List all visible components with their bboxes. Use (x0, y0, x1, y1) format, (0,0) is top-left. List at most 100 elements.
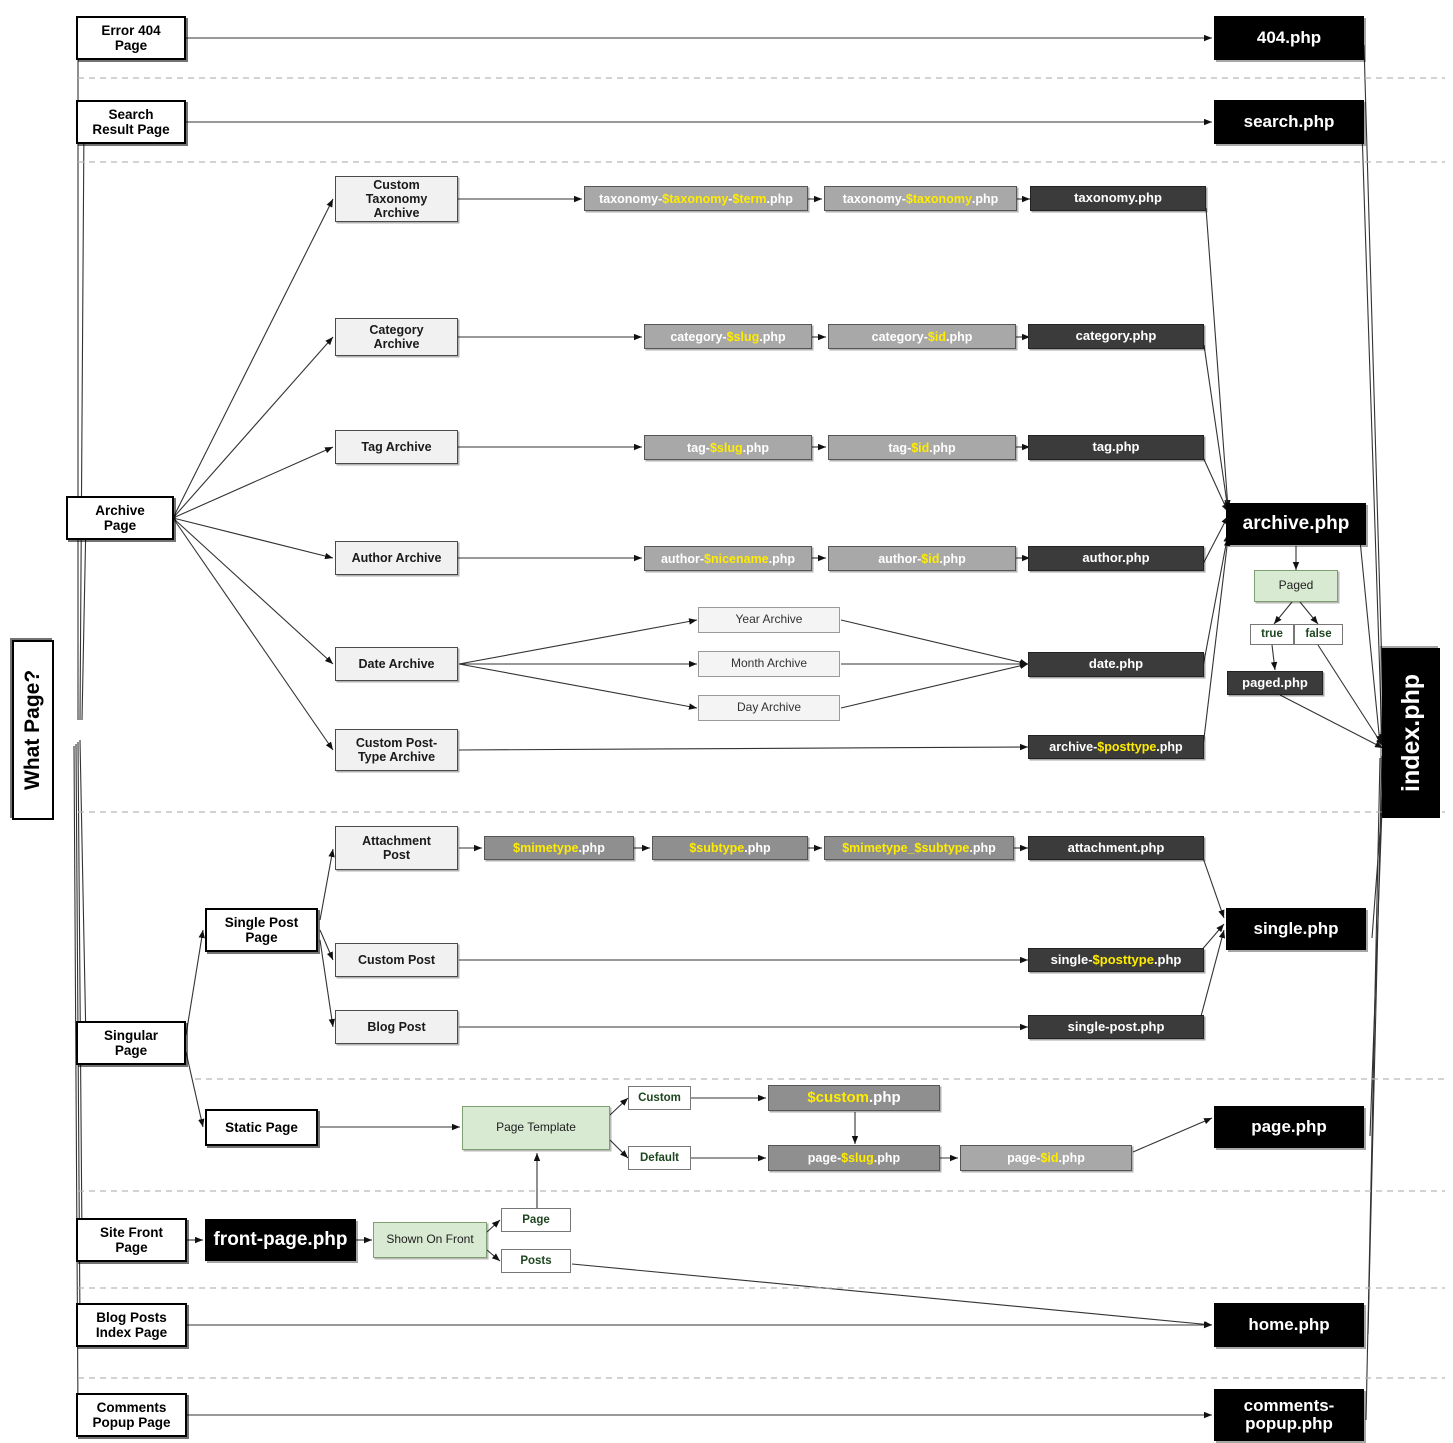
template-text: tag- (888, 440, 912, 455)
page-type-singular[interactable]: Singular Page (76, 1021, 186, 1065)
template-text: single- (1050, 951, 1093, 967)
subtype-custom-taxonomy-archive[interactable]: Custom Taxonomy Archive (335, 176, 458, 222)
subtype-custom-post[interactable]: Custom Post (335, 943, 458, 977)
template-hierarchy-diagram: What Page? Error 404 Page Search Result … (0, 0, 1453, 1443)
branch-paged-true[interactable]: true (1250, 624, 1294, 645)
decision-shown-on-front[interactable]: Shown On Front (373, 1222, 487, 1258)
template-front-page[interactable]: front-page.php (205, 1219, 356, 1261)
template-var: $mimetype_$subtype (842, 841, 970, 855)
template-suffix: .php (742, 440, 769, 455)
subtype-day-archive[interactable]: Day Archive (698, 695, 840, 721)
template-comments-popup[interactable]: comments- popup.php (1214, 1389, 1364, 1441)
template-page-id[interactable]: page- $id .php (960, 1145, 1132, 1171)
template-text: taxonomy- (842, 191, 906, 206)
template-author-nicename[interactable]: author- $nicename .php (644, 546, 812, 571)
branch-template-custom[interactable]: Custom (628, 1086, 691, 1110)
page-type-archive[interactable]: Archive Page (66, 496, 174, 540)
template-archive[interactable]: archive.php (1226, 503, 1366, 545)
subtype-date-archive[interactable]: Date Archive (335, 647, 458, 681)
template-text: taxonomy- (599, 191, 663, 206)
template-suffix: .php (578, 841, 605, 855)
template-page-slug[interactable]: page- $slug .php (768, 1145, 940, 1171)
branch-template-default[interactable]: Default (628, 1146, 691, 1170)
template-suffix: .php (1156, 740, 1183, 754)
subtype-single-post-page[interactable]: Single Post Page (205, 908, 318, 952)
subtype-attachment-post[interactable]: Attachment Post (335, 826, 458, 870)
template-text: page- (807, 1151, 842, 1165)
template-var: $custom (807, 1088, 870, 1106)
subtype-tag-archive[interactable]: Tag Archive (335, 430, 458, 464)
page-type-search-result[interactable]: Search Result Page (76, 100, 186, 144)
subtype-month-archive[interactable]: Month Archive (698, 651, 840, 677)
template-index[interactable]: index.php (1382, 648, 1440, 818)
template-suffix: .php (969, 841, 996, 855)
subtype-blog-post[interactable]: Blog Post (335, 1010, 458, 1044)
template-single-post[interactable]: single-post.php (1028, 1015, 1204, 1039)
template-var: $subtype (689, 841, 745, 855)
template-page[interactable]: page.php (1214, 1106, 1364, 1148)
subtype-custom-post-type-archive[interactable]: Custom Post- Type Archive (335, 729, 458, 771)
branch-front-posts[interactable]: Posts (501, 1249, 571, 1273)
template-var: $id (911, 440, 930, 455)
template-subtype[interactable]: $subtype .php (652, 836, 808, 860)
decision-paged[interactable]: Paged (1254, 570, 1338, 602)
template-text: tag- (687, 440, 710, 455)
template-var: $id (927, 329, 946, 344)
page-type-error-404[interactable]: Error 404 Page (76, 16, 186, 60)
template-suffix: .php (759, 329, 786, 344)
page-type-blog-posts-index[interactable]: Blog Posts Index Page (76, 1303, 187, 1347)
template-text: author- (660, 551, 705, 566)
template-tag-id[interactable]: tag- $id .php (828, 435, 1016, 460)
template-date[interactable]: date.php (1028, 652, 1204, 677)
template-suffix: .php (971, 191, 999, 206)
template-mimetype[interactable]: $mimetype .php (484, 836, 634, 860)
branch-front-page[interactable]: Page (501, 1208, 571, 1232)
template-var: $nicename (704, 551, 769, 566)
template-suffix: .php (768, 551, 796, 566)
page-type-site-front[interactable]: Site Front Page (76, 1218, 187, 1262)
template-tag-slug[interactable]: tag- $slug .php (644, 435, 812, 460)
page-type-comments-popup[interactable]: Comments Popup Page (76, 1393, 187, 1437)
template-tag[interactable]: tag.php (1028, 435, 1204, 460)
template-author[interactable]: author.php (1028, 546, 1204, 571)
template-suffix: .php (766, 191, 793, 206)
subtype-static-page[interactable]: Static Page (205, 1109, 318, 1146)
template-taxonomy-taxonomy[interactable]: taxonomy- $taxonomy .php (824, 186, 1017, 211)
template-suffix: .php (873, 1151, 901, 1165)
template-text: category- (871, 329, 928, 344)
template-suffix: .php (1058, 1151, 1085, 1165)
template-home[interactable]: home.php (1214, 1303, 1364, 1347)
template-var: $slug (709, 440, 743, 455)
decision-page-template[interactable]: Page Template (462, 1106, 610, 1150)
template-404[interactable]: 404.php (1214, 16, 1364, 60)
template-mimetype-subtype[interactable]: $mimetype_$subtype .php (824, 836, 1014, 860)
root-what-page: What Page? (12, 640, 54, 820)
template-attachment[interactable]: attachment.php (1028, 836, 1204, 860)
template-author-id[interactable]: author- $id .php (828, 546, 1016, 571)
template-taxonomy[interactable]: taxonomy.php (1030, 186, 1206, 211)
subtype-author-archive[interactable]: Author Archive (335, 541, 458, 575)
template-var: $id (1040, 1151, 1059, 1165)
template-suffix: .php (744, 841, 771, 855)
template-taxonomy-taxonomy-term[interactable]: taxonomy- $taxonomy - $term .php (584, 186, 808, 211)
subtype-year-archive[interactable]: Year Archive (698, 607, 840, 633)
template-suffix: .php (1153, 951, 1182, 967)
template-archive-posttype[interactable]: archive- $posttype .php (1028, 735, 1204, 759)
template-text: archive- (1049, 740, 1098, 754)
template-category-slug[interactable]: category- $slug .php (644, 324, 812, 349)
subtype-category-archive[interactable]: Category Archive (335, 318, 458, 356)
template-single[interactable]: single.php (1226, 908, 1366, 950)
branch-paged-false[interactable]: false (1294, 624, 1343, 645)
template-text: category- (670, 329, 727, 344)
template-text: page- (1007, 1151, 1041, 1165)
template-category-id[interactable]: category- $id .php (828, 324, 1016, 349)
template-custom[interactable]: $custom .php (768, 1085, 940, 1111)
template-single-posttype[interactable]: single- $posttype .php (1028, 948, 1204, 972)
template-paged[interactable]: paged.php (1227, 671, 1323, 695)
template-var: $posttype (1097, 740, 1157, 754)
template-var: $taxonomy (662, 191, 729, 206)
template-var: $taxonomy (905, 191, 972, 206)
template-category[interactable]: category.php (1028, 324, 1204, 349)
template-var2: $term (732, 191, 767, 206)
template-search[interactable]: search.php (1214, 100, 1364, 144)
